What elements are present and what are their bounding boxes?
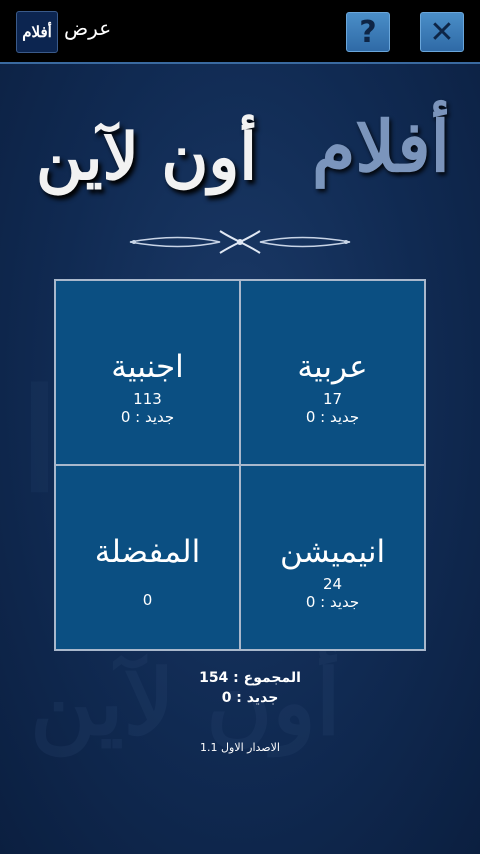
app-logo-icon[interactable]: أفلام <box>16 11 58 53</box>
help-button[interactable]: ? <box>346 12 390 52</box>
toolbar-divider <box>0 62 480 64</box>
ornament-divider-icon <box>129 230 351 254</box>
category-tile-favorites[interactable]: المفضلة 0 <box>56 466 239 649</box>
version-label: الاصدار الاول 1.1 <box>200 741 280 754</box>
category-new-count: جديد : 0 <box>305 408 360 427</box>
category-count: 17 <box>322 390 343 409</box>
category-new-count: جديد : 0 <box>305 593 360 612</box>
app-logo-banner: أفلام أون لآين <box>0 95 480 245</box>
category-name: انيميشن <box>279 534 386 570</box>
screen-title: عرض <box>64 16 112 40</box>
category-count: 24 <box>322 575 343 594</box>
logo-word-aflam: أفلام <box>311 105 450 188</box>
category-name: المفضلة <box>94 534 201 570</box>
category-tile-foreign[interactable]: اجنبية 113 جديد : 0 <box>56 281 239 464</box>
action-bar: أفلام عرض ? ✕ <box>0 0 480 62</box>
category-grid: اجنبية 113 جديد : 0 عربية 17 جديد : 0 ال… <box>54 279 426 651</box>
totals-summary: المجموع : 154 جديد : 0 <box>0 668 480 708</box>
category-tile-animation[interactable]: انيميشن 24 جديد : 0 <box>241 466 424 649</box>
total-count: المجموع : 154 <box>199 670 301 686</box>
category-new-count: جديد : 0 <box>120 408 175 427</box>
help-icon: ? <box>359 14 377 50</box>
close-button[interactable]: ✕ <box>420 12 464 52</box>
category-name: عربية <box>297 349 368 385</box>
category-count: 113 <box>133 390 162 409</box>
category-count: 0 <box>142 591 153 610</box>
app-logo-text: أفلام <box>22 23 52 41</box>
category-tile-arabic[interactable]: عربية 17 جديد : 0 <box>241 281 424 464</box>
category-name: اجنبية <box>111 349 184 385</box>
logo-word-online: أون لآين <box>36 120 257 195</box>
close-icon: ✕ <box>429 14 455 50</box>
total-new-count: جديد : 0 <box>221 690 279 706</box>
